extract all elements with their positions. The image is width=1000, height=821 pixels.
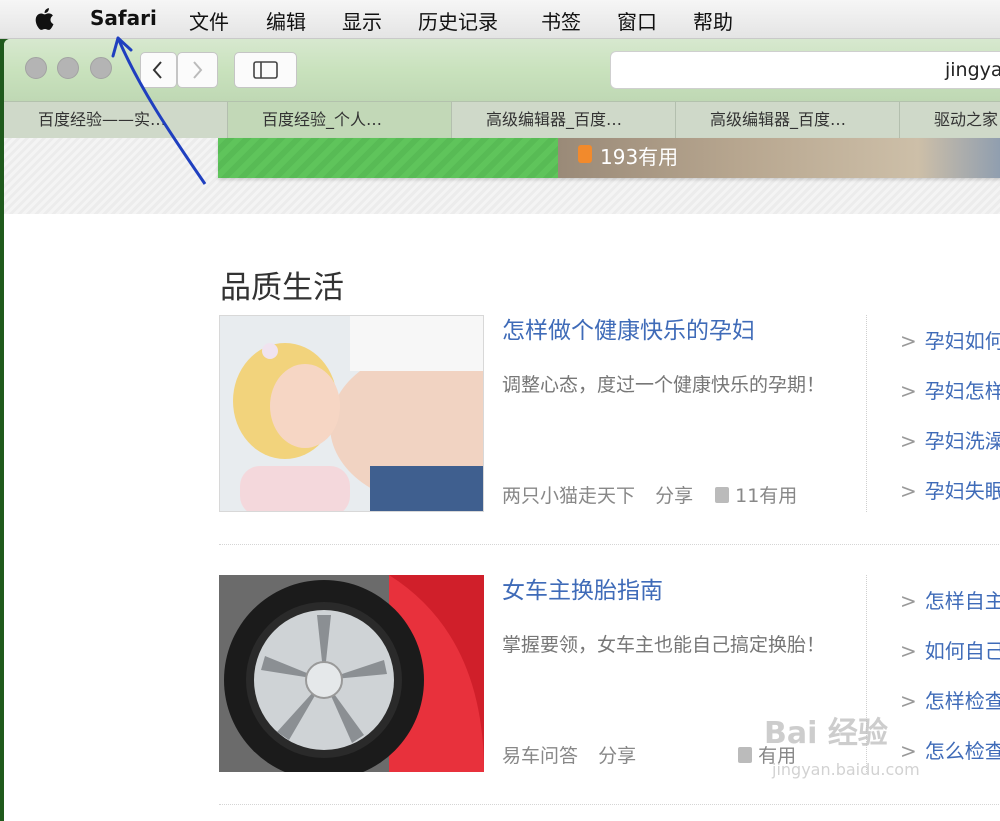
related-link[interactable]: > 如何自己 — [900, 635, 1000, 664]
address-text: jingya — [945, 59, 1000, 81]
related-link[interactable]: > 孕妇失眠 — [900, 475, 1000, 504]
page-content: 193有用 品质生活 怎样做个健康快乐的孕妇 调整心态，度过一个健康快乐的孕期！… — [4, 138, 1000, 821]
menu-view[interactable]: 显示 — [342, 6, 382, 35]
row-divider — [219, 544, 1000, 545]
sidebar-icon — [253, 61, 278, 79]
card-description: 调整心态，度过一个健康快乐的孕期！ — [502, 374, 826, 396]
menu-bar: Safari 文件 编辑 显示 历史记录 书签 窗口 帮助 — [0, 0, 1000, 39]
tab-4[interactable]: 高级编辑器_百度… — [676, 102, 900, 138]
apple-icon[interactable] — [34, 6, 58, 36]
thumbs-up-icon — [578, 145, 592, 163]
tab-1[interactable]: 百度经验——实… — [4, 102, 228, 138]
card-description: 掌握要领，女车主也能自己搞定换胎！ — [502, 634, 826, 656]
hero-card[interactable]: 193有用 — [218, 138, 1000, 178]
chevron-right-icon: > — [900, 589, 917, 613]
menu-help[interactable]: 帮助 — [693, 6, 733, 35]
chevron-right-icon: > — [900, 479, 917, 503]
thumbs-up-icon — [738, 747, 753, 763]
zoom-window-button[interactable] — [90, 57, 112, 79]
chevron-right-icon — [193, 61, 203, 79]
sidebar-toggle-button[interactable] — [234, 52, 297, 88]
card-author[interactable]: 易车问答 — [502, 745, 578, 767]
close-window-button[interactable] — [25, 57, 47, 79]
column-divider — [866, 315, 867, 512]
related-link[interactable]: > 怎样自主 — [900, 585, 1000, 614]
chevron-right-icon: > — [900, 639, 917, 663]
pregnancy-photo — [220, 316, 483, 511]
card-title[interactable]: 怎样做个健康快乐的孕妇 — [502, 311, 755, 345]
card-image-pregnancy[interactable] — [219, 315, 484, 512]
chevron-right-icon: > — [900, 329, 917, 353]
forward-button[interactable] — [177, 52, 218, 88]
useful-count: 11有用 — [735, 485, 798, 507]
tab-2[interactable]: 百度经验_个人… — [228, 102, 452, 138]
back-button[interactable] — [140, 52, 177, 88]
share-link[interactable]: 分享 — [655, 485, 693, 507]
menu-history[interactable]: 历史记录 — [418, 6, 498, 35]
menu-file[interactable]: 文件 — [189, 6, 229, 35]
watermark-brand: Bai 经验 — [764, 716, 888, 751]
baidu-jingyan-watermark: Bai 经验 jingyan.baidu.com — [764, 708, 964, 808]
card-author[interactable]: 两只小猫走天下 — [502, 485, 635, 507]
card-meta: 易车问答 分享 有用 — [502, 741, 796, 768]
section-title: 品质生活 — [220, 270, 344, 306]
watermark-url: jingyan.baidu.com — [772, 760, 920, 779]
hero-banner-green — [218, 138, 558, 178]
menu-bookmarks[interactable]: 书签 — [541, 6, 581, 35]
chevron-left-icon — [152, 61, 162, 79]
card-meta: 两只小猫走天下 分享 11有用 — [502, 481, 797, 508]
related-link[interactable]: > 孕妇洗澡 — [900, 425, 1000, 454]
chevron-right-icon: > — [900, 379, 917, 403]
minimize-window-button[interactable] — [57, 57, 79, 79]
tab-3[interactable]: 高级编辑器_百度… — [452, 102, 676, 138]
menu-app-safari[interactable]: Safari — [90, 6, 157, 30]
tab-5[interactable]: 驱动之家 — [900, 102, 1000, 138]
thumbs-up-icon — [715, 487, 730, 503]
address-bar[interactable]: jingya — [610, 51, 1000, 89]
browser-toolbar: jingya — [4, 39, 1000, 101]
chevron-right-icon: > — [900, 429, 917, 453]
share-link[interactable]: 分享 — [598, 745, 636, 767]
card-title[interactable]: 女车主换胎指南 — [502, 571, 663, 605]
menu-window[interactable]: 窗口 — [617, 6, 657, 35]
menu-edit[interactable]: 编辑 — [266, 6, 306, 35]
hero-useful-count: 193有用 — [600, 145, 679, 169]
card-image-tire[interactable] — [219, 575, 484, 772]
related-link[interactable]: > 孕妇怎样 — [900, 375, 1000, 404]
safari-window: jingya 百度经验——实… 百度经验_个人… 高级编辑器_百度… 高级编辑器… — [4, 39, 1000, 821]
tab-bar: 百度经验——实… 百度经验_个人… 高级编辑器_百度… 高级编辑器_百度… 驱动… — [4, 101, 1000, 139]
related-link[interactable]: > 孕妇如何 — [900, 325, 1000, 354]
tire-photo — [219, 575, 484, 772]
